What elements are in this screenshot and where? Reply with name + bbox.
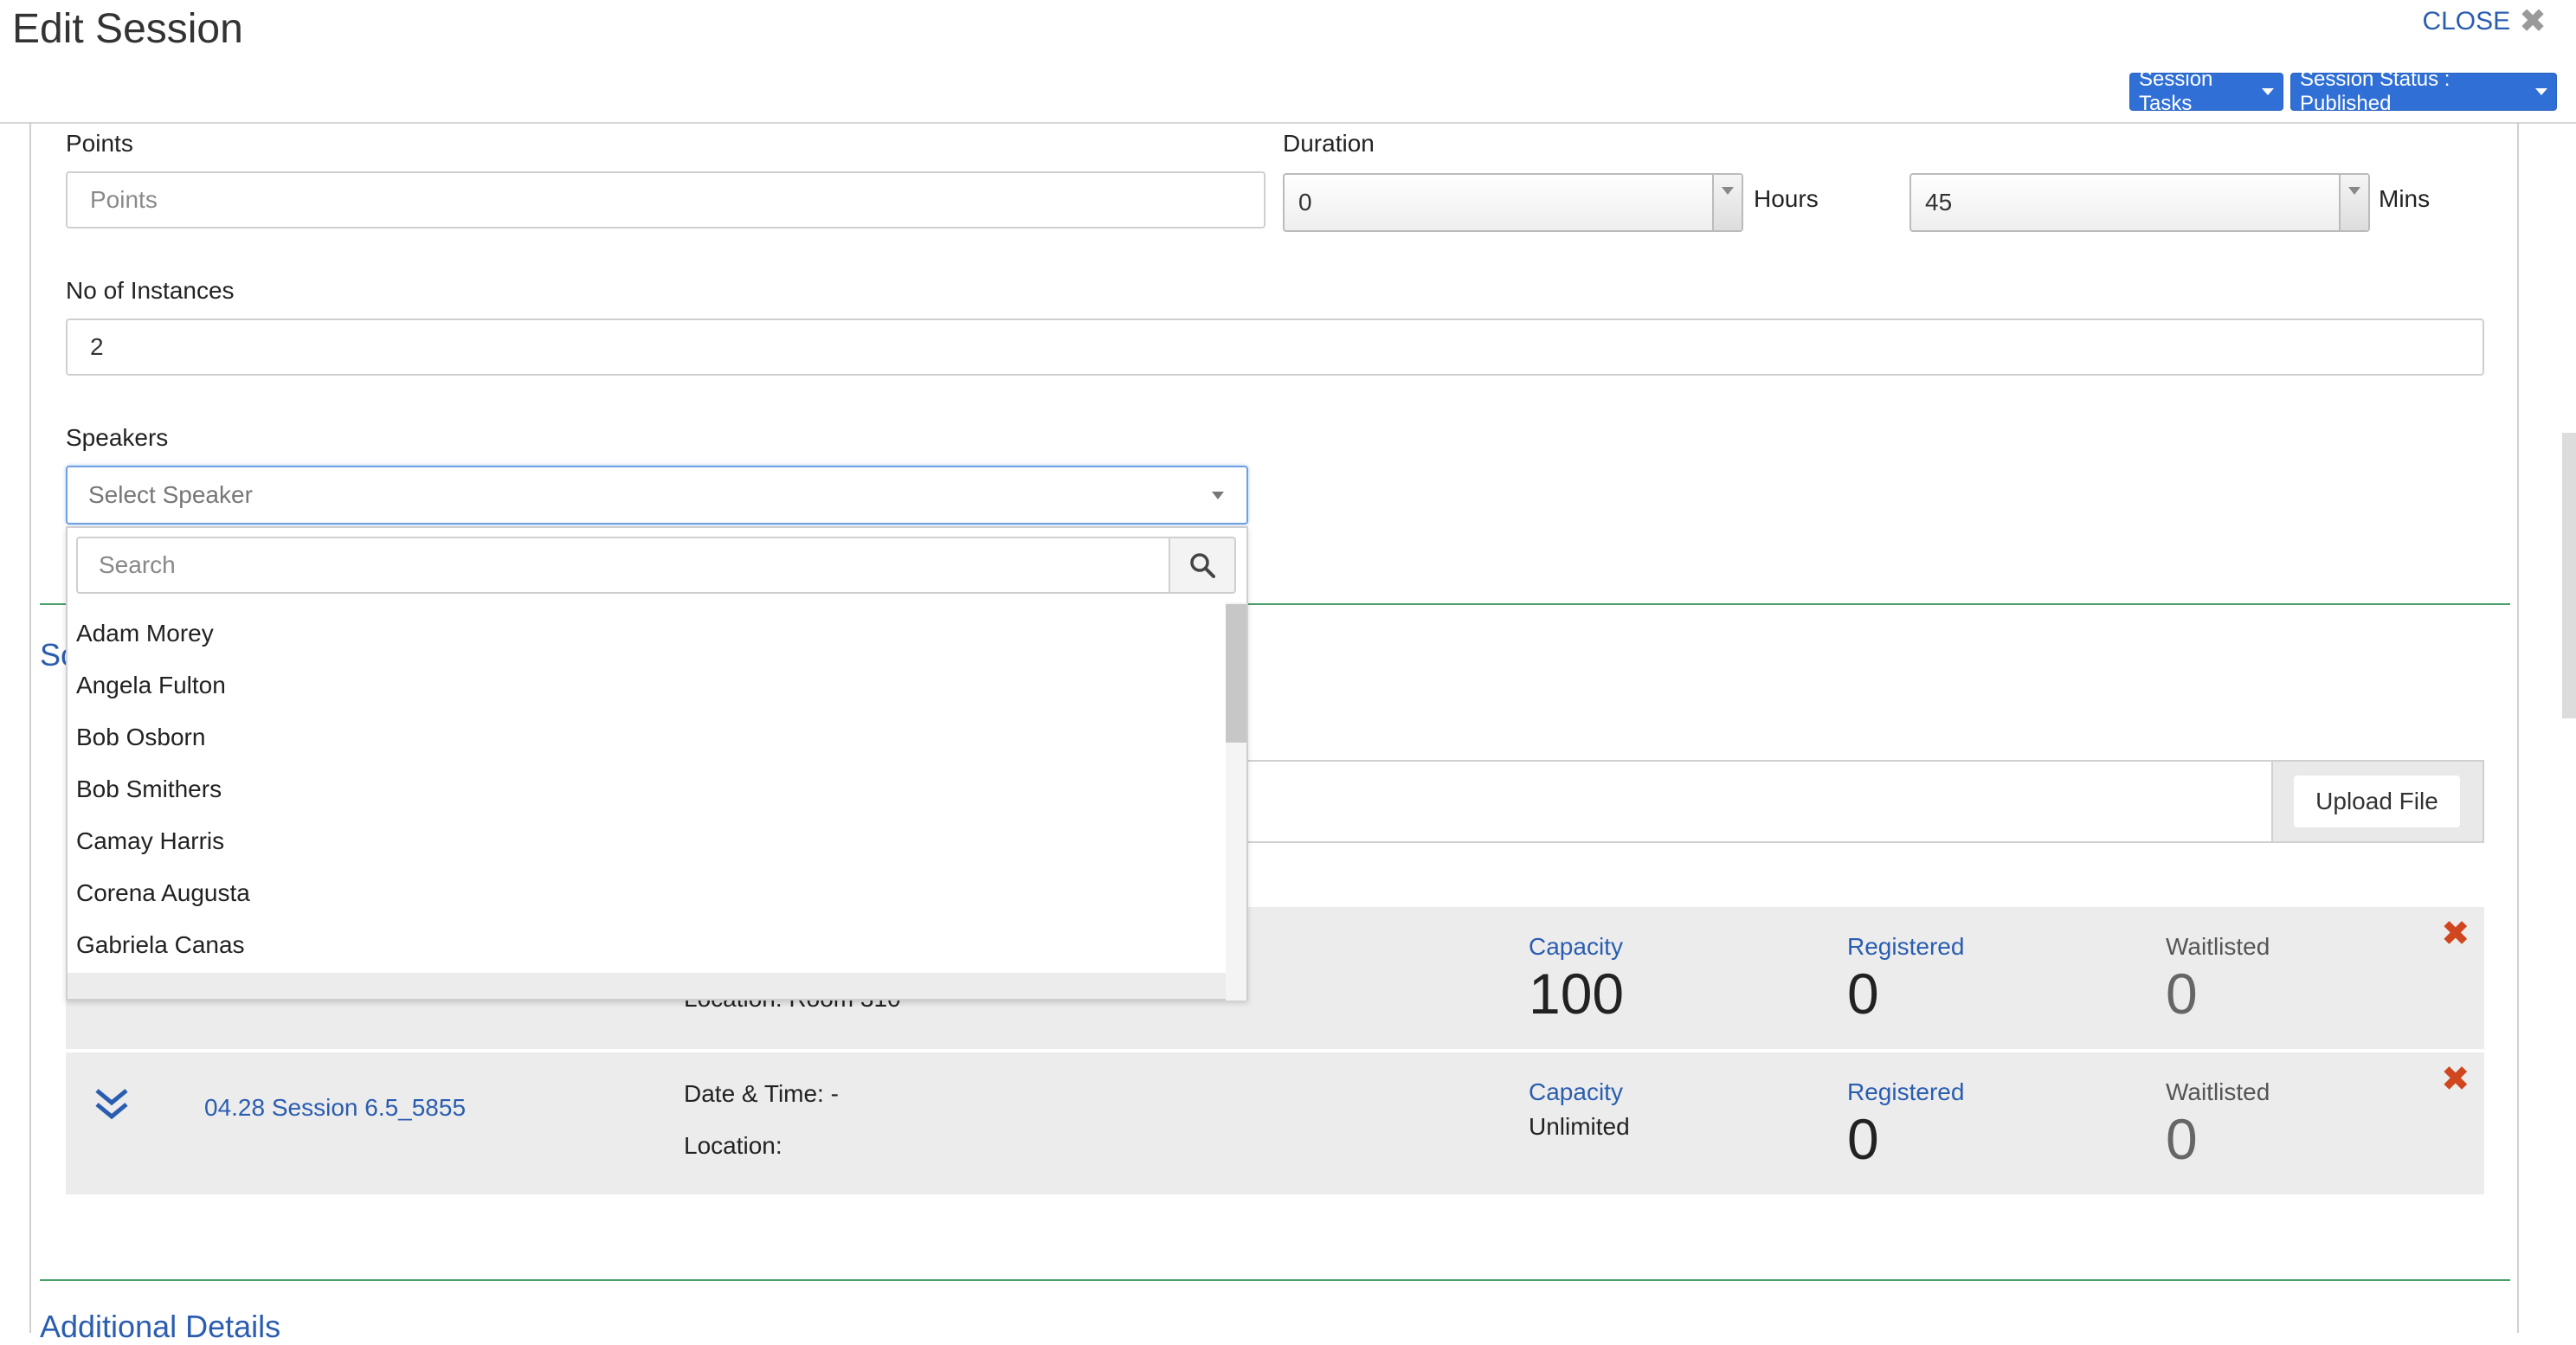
duration-mins-select[interactable]: 45 bbox=[1909, 173, 2370, 232]
close-button[interactable]: CLOSE ✖ bbox=[2422, 2, 2547, 41]
instances-label: No of Instances bbox=[66, 277, 235, 304]
close-label: CLOSE bbox=[2422, 6, 2511, 35]
caret-down-icon bbox=[2262, 88, 2274, 95]
session-status-label: Session Status : Published bbox=[2300, 68, 2450, 115]
expand-icon[interactable] bbox=[92, 1085, 132, 1125]
instance-datetime: Date & Time: - bbox=[684, 1080, 839, 1107]
instances-input[interactable]: 2 bbox=[66, 319, 2484, 376]
speaker-option[interactable]: Camay Harris bbox=[76, 827, 224, 855]
search-icon bbox=[1190, 553, 1215, 578]
chevron-down-icon bbox=[2348, 187, 2360, 195]
duration-mins-value: 45 bbox=[1925, 189, 1953, 216]
upload-field[interactable]: Upload File bbox=[1243, 760, 2484, 843]
additional-details-title[interactable]: Additional Details bbox=[40, 1309, 280, 1345]
speakers-label: Speakers bbox=[66, 424, 169, 451]
delete-icon[interactable]: ✖ bbox=[2441, 914, 2470, 954]
capacity-label: Capacity bbox=[1529, 1078, 1623, 1105]
upload-button-area: Upload File bbox=[2271, 762, 2483, 841]
duration-hours-select[interactable]: 0 bbox=[1283, 173, 1743, 232]
page-scrollbar-thumb[interactable] bbox=[2562, 433, 2576, 718]
capacity-value: 100 bbox=[1529, 962, 1625, 1026]
page-title: Edit Session bbox=[12, 6, 243, 52]
instance-location: Location: bbox=[684, 1132, 782, 1159]
waitlisted-value: 0 bbox=[2166, 962, 2198, 1026]
header: Edit Session CLOSE ✖ Session Tasks Sessi… bbox=[0, 0, 2576, 124]
section-divider bbox=[40, 1279, 2510, 1281]
speaker-search-input[interactable]: Search bbox=[76, 537, 1170, 594]
speaker-list-overflow bbox=[68, 973, 1226, 999]
registered-label[interactable]: Registered bbox=[1847, 1078, 1964, 1106]
caret-down-icon bbox=[2535, 88, 2547, 95]
waitlisted-label: Waitlisted bbox=[2166, 1078, 2270, 1105]
speaker-select[interactable]: Select Speaker bbox=[66, 466, 1248, 524]
speaker-option[interactable]: Adam Morey bbox=[76, 620, 214, 647]
registered-label[interactable]: Registered bbox=[1847, 933, 1964, 961]
close-icon: ✖ bbox=[2519, 3, 2547, 40]
session-tasks-button[interactable]: Session Tasks bbox=[2129, 68, 2283, 115]
points-input[interactable]: Points bbox=[66, 171, 1265, 228]
speaker-option[interactable]: Bob Osborn bbox=[76, 724, 205, 751]
chevron-down-icon bbox=[1212, 492, 1224, 499]
hours-unit-label: Hours bbox=[1754, 185, 1819, 212]
dropdown-arrow[interactable] bbox=[2339, 175, 2368, 230]
delete-icon[interactable]: ✖ bbox=[2441, 1059, 2470, 1099]
speaker-option[interactable]: Bob Smithers bbox=[76, 775, 222, 803]
speaker-search-button[interactable] bbox=[1169, 537, 1236, 594]
duration-label: Duration bbox=[1283, 130, 1375, 157]
duration-hours-value: 0 bbox=[1298, 189, 1312, 216]
upload-file-button[interactable]: Upload File bbox=[2294, 775, 2460, 827]
speaker-option[interactable]: Angela Fulton bbox=[76, 672, 226, 699]
registered-value: 0 bbox=[1847, 962, 1879, 1026]
speaker-option[interactable]: Corena Augusta bbox=[76, 879, 250, 907]
session-tasks-label: Session Tasks bbox=[2139, 68, 2213, 115]
instance-row: 04.28 Session 6.5_5855 Date & Time: - Lo… bbox=[66, 1052, 2484, 1194]
mins-unit-label: Mins bbox=[2379, 185, 2431, 212]
speaker-select-placeholder: Select Speaker bbox=[88, 481, 253, 508]
points-label: Points bbox=[66, 130, 133, 157]
speaker-list: Adam Morey Angela Fulton Bob Osborn Bob … bbox=[68, 602, 1226, 975]
capacity-value: Unlimited bbox=[1529, 1113, 1630, 1140]
instance-name-link[interactable]: 04.28 Session 6.5_5855 bbox=[204, 1094, 466, 1122]
speaker-option[interactable]: Gabriela Canas bbox=[76, 931, 245, 959]
registered-value: 0 bbox=[1847, 1107, 1879, 1171]
capacity-label: Capacity bbox=[1529, 933, 1623, 960]
session-status-button[interactable]: Session Status : Published bbox=[2290, 68, 2557, 115]
chevron-down-icon bbox=[1722, 187, 1734, 195]
waitlisted-value: 0 bbox=[2166, 1107, 2198, 1171]
dropdown-scrollbar-thumb[interactable] bbox=[1226, 604, 1246, 743]
waitlisted-label: Waitlisted bbox=[2166, 933, 2270, 960]
dropdown-arrow[interactable] bbox=[1712, 175, 1742, 230]
speaker-dropdown: Search Adam Morey Angela Fulton Bob Osbo… bbox=[66, 526, 1248, 1001]
